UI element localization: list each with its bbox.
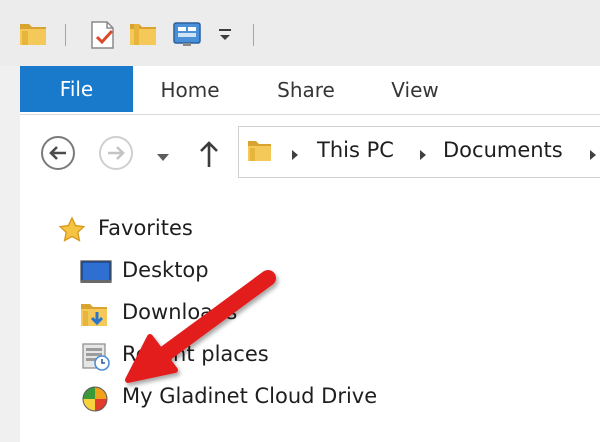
nav-item-label: Recent places: [122, 342, 269, 366]
rename-icon[interactable]: [172, 20, 204, 48]
tab-file[interactable]: File: [20, 66, 133, 112]
gladinet-cloud-icon: [80, 384, 110, 418]
breadcrumb-separator-icon[interactable]: [291, 146, 299, 165]
folder-icon: [247, 138, 273, 168]
new-folder-icon[interactable]: [128, 20, 158, 48]
tab-share[interactable]: Share: [260, 66, 352, 114]
address-bar[interactable]: This PC Documents: [238, 126, 600, 178]
quick-access-toolbar: [0, 0, 600, 66]
breadcrumb-separator-icon[interactable]: [589, 146, 597, 165]
nav-item-label: Favorites: [98, 216, 193, 240]
properties-icon[interactable]: [88, 20, 118, 49]
folder-icon[interactable]: [18, 20, 48, 48]
tab-view[interactable]: View: [375, 66, 455, 114]
breadcrumb-documents[interactable]: Documents: [443, 138, 563, 162]
star-icon: [58, 216, 86, 248]
breadcrumb-separator-icon[interactable]: [419, 146, 427, 165]
nav-item-label: Desktop: [122, 258, 209, 282]
desktop-icon: [80, 258, 112, 290]
forward-button[interactable]: [98, 135, 134, 175]
toolbar-separator: [65, 24, 66, 46]
navigation-pane: Favorites Desktop Downloads Recent place…: [20, 189, 600, 442]
up-arrow-icon[interactable]: [198, 139, 220, 173]
ribbon-tabs: File Home Share View: [20, 66, 600, 115]
explorer-window: File Home Share View This PC Documents F…: [0, 0, 600, 442]
forward-arrow-icon: [99, 136, 133, 170]
back-arrow-icon: [41, 136, 75, 170]
nav-item-label: Downloads: [122, 300, 238, 324]
breadcrumb-this-pc[interactable]: This PC: [317, 138, 394, 162]
back-button[interactable]: [40, 135, 76, 175]
customize-toolbar-chevron-icon[interactable]: [218, 27, 232, 55]
recent-places-icon: [80, 342, 112, 376]
tab-home[interactable]: Home: [146, 66, 234, 114]
recent-locations-chevron-icon[interactable]: [156, 148, 170, 167]
downloads-folder-icon: [80, 300, 112, 334]
navigation-bar: This PC Documents: [20, 115, 600, 189]
nav-item-label: My Gladinet Cloud Drive: [122, 384, 378, 408]
toolbar-separator: [253, 24, 254, 46]
